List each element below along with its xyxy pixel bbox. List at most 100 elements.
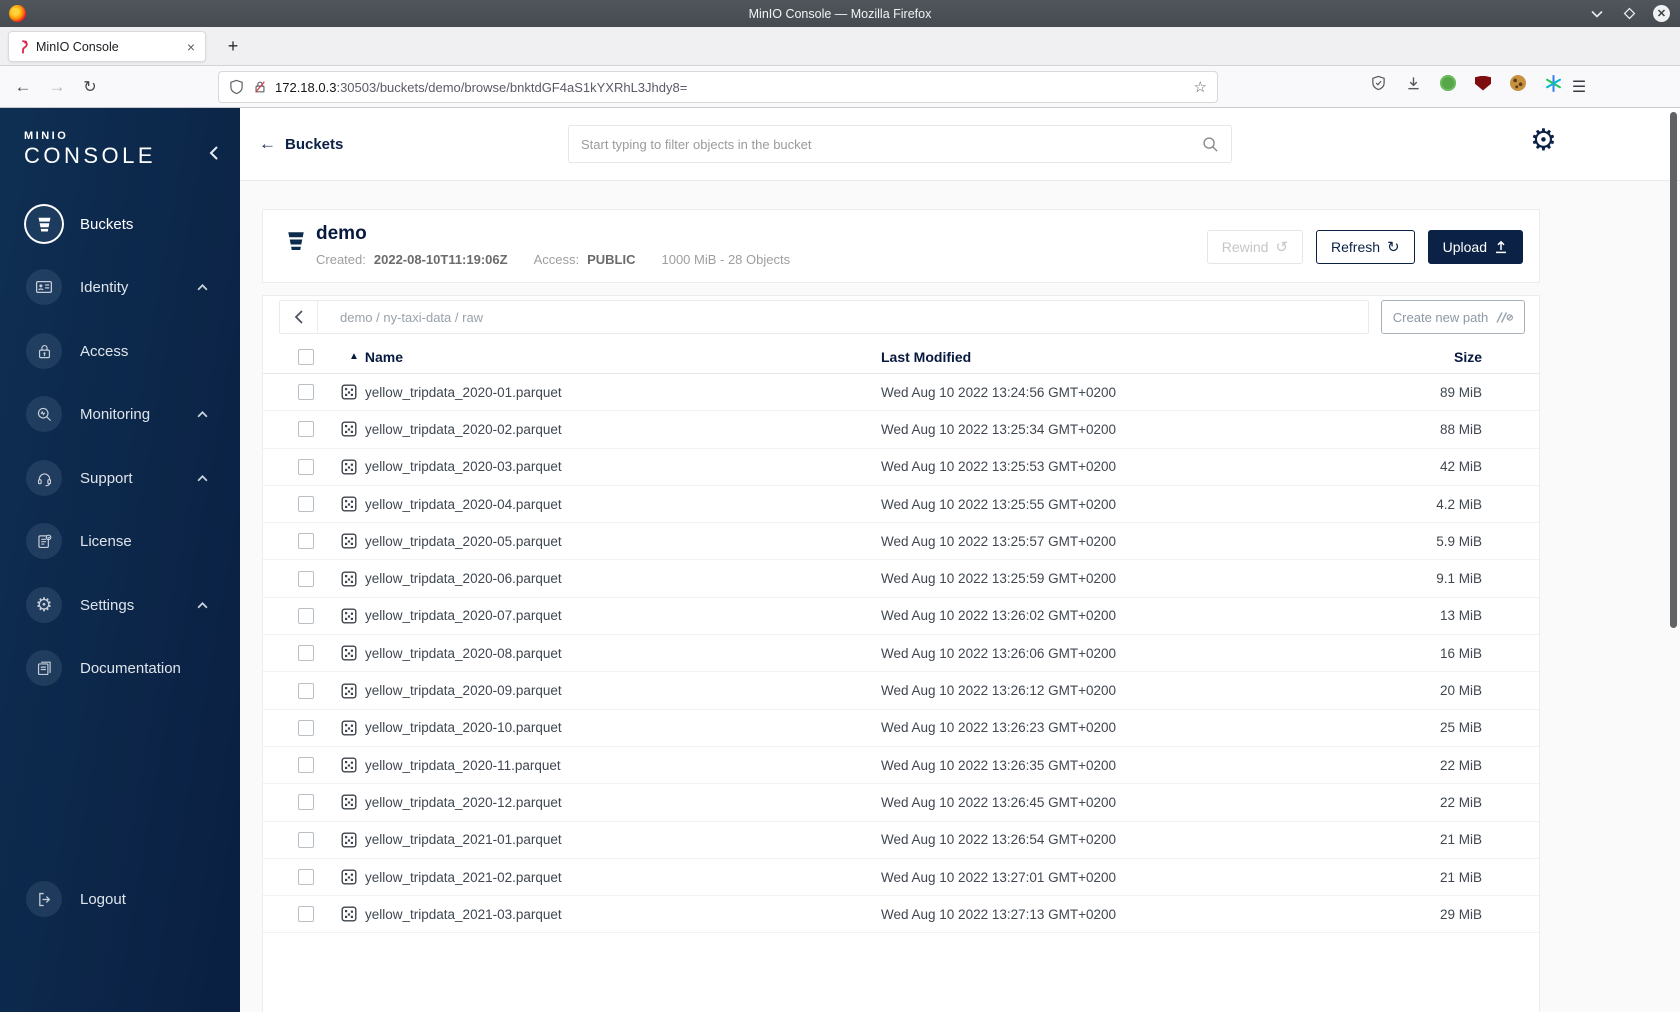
sidebar-item-license[interactable]: License (0, 513, 240, 569)
object-row[interactable]: yellow_tripdata_2020-11.parquet Wed Aug … (263, 747, 1539, 785)
sidebar-item-identity[interactable]: Identity (0, 259, 240, 315)
maximize-button[interactable] (1621, 6, 1637, 22)
access-lock-icon (26, 333, 62, 369)
url-text[interactable]: 172.18.0.3:30503/buckets/demo/browse/bnk… (275, 80, 1194, 95)
object-row[interactable]: yellow_tripdata_2020-12.parquet Wed Aug … (263, 784, 1539, 822)
row-checkbox[interactable] (298, 570, 314, 587)
sidebar-item-settings[interactable]: ⚙ Settings (0, 577, 240, 633)
colorful-asterisk-icon[interactable] (1544, 74, 1562, 92)
object-name[interactable]: yellow_tripdata_2021-02.parquet (365, 870, 562, 885)
object-row[interactable]: yellow_tripdata_2020-03.parquet Wed Aug … (263, 449, 1539, 486)
object-row[interactable]: yellow_tripdata_2020-09.parquet Wed Aug … (263, 672, 1539, 710)
object-name[interactable]: yellow_tripdata_2020-07.parquet (365, 608, 562, 623)
back-button[interactable]: ← (10, 74, 36, 100)
sidebar-item-monitoring[interactable]: Monitoring (0, 386, 240, 442)
sort-asc-icon[interactable]: ▲ (349, 351, 359, 362)
row-checkbox[interactable] (298, 533, 314, 550)
rewind-button[interactable]: Rewind ↺ (1206, 230, 1304, 264)
object-row[interactable]: yellow_tripdata_2020-02.parquet Wed Aug … (263, 411, 1539, 449)
sidebar-item-logout[interactable]: Logout (0, 871, 240, 927)
column-header-name[interactable]: Name (365, 349, 403, 365)
breadcrumb[interactable]: demo / ny-taxi-data / raw (340, 310, 483, 325)
path-back-button[interactable] (280, 301, 318, 333)
object-row[interactable]: yellow_tripdata_2020-05.parquet Wed Aug … (263, 523, 1539, 561)
column-header-size[interactable]: Size (1372, 349, 1482, 365)
object-name[interactable]: yellow_tripdata_2020-09.parquet (365, 683, 562, 698)
row-checkbox[interactable] (298, 906, 314, 923)
sidebar-item-support[interactable]: Support (0, 450, 240, 506)
row-checkbox[interactable] (298, 831, 314, 848)
cookie-extension-icon[interactable] (1509, 74, 1527, 92)
object-name[interactable]: yellow_tripdata_2020-10.parquet (365, 720, 562, 735)
row-checkbox[interactable] (298, 682, 314, 699)
url-bar[interactable]: 172.18.0.3:30503/buckets/demo/browse/bnk… (218, 71, 1218, 103)
row-checkbox[interactable] (298, 719, 314, 736)
tracking-shield-icon[interactable] (229, 79, 244, 95)
minimize-button[interactable] (1589, 6, 1605, 22)
object-name[interactable]: yellow_tripdata_2021-03.parquet (365, 907, 562, 922)
chevron-up-icon[interactable] (197, 283, 208, 291)
row-checkbox[interactable] (298, 645, 314, 662)
reload-button[interactable]: ↻ (77, 74, 103, 100)
object-row[interactable]: yellow_tripdata_2021-01.parquet Wed Aug … (263, 822, 1539, 859)
refresh-button[interactable]: Refresh ↻ (1316, 230, 1415, 264)
create-new-path-button[interactable]: Create new path (1381, 300, 1525, 334)
row-checkbox[interactable] (298, 458, 314, 475)
row-checkbox[interactable] (298, 384, 314, 401)
sidebar-item-label: Monitoring (80, 405, 151, 423)
object-row[interactable]: yellow_tripdata_2020-08.parquet Wed Aug … (263, 635, 1539, 673)
tab-close-button[interactable]: × (185, 39, 197, 55)
scrollbar-thumb[interactable] (1670, 112, 1677, 628)
object-name[interactable]: yellow_tripdata_2020-11.parquet (365, 758, 561, 773)
back-to-buckets-link[interactable]: ← Buckets (259, 134, 343, 154)
object-name[interactable]: yellow_tripdata_2020-08.parquet (365, 646, 562, 661)
tab-minio-console[interactable]: MinIO Console × (8, 31, 206, 62)
object-name[interactable]: yellow_tripdata_2020-01.parquet (365, 385, 562, 400)
hamburger-menu-button[interactable]: ☰ (1566, 74, 1592, 100)
object-name[interactable]: yellow_tripdata_2020-05.parquet (365, 534, 562, 549)
bookmark-star-button[interactable]: ☆ (1194, 78, 1207, 96)
sidebar-item-buckets[interactable]: Buckets (0, 196, 240, 252)
object-row[interactable]: yellow_tripdata_2021-02.parquet Wed Aug … (263, 859, 1539, 897)
row-checkbox[interactable] (298, 757, 314, 774)
object-name[interactable]: yellow_tripdata_2020-06.parquet (365, 571, 562, 586)
sidebar-collapse-button[interactable] (209, 146, 218, 160)
row-checkbox[interactable] (298, 794, 314, 811)
object-row[interactable]: yellow_tripdata_2020-04.parquet Wed Aug … (263, 486, 1539, 524)
chevron-up-icon[interactable] (197, 410, 208, 418)
row-checkbox[interactable] (298, 496, 314, 513)
object-name[interactable]: yellow_tripdata_2020-12.parquet (365, 795, 562, 810)
sidebar-item-documentation[interactable]: Documentation (0, 640, 240, 696)
pocket-shield-icon[interactable] (1369, 74, 1387, 92)
ublock-origin-icon[interactable] (1474, 74, 1492, 92)
forward-button[interactable]: → (44, 74, 70, 100)
object-size: 4.2 MiB (1436, 496, 1482, 512)
parquet-file-icon (341, 645, 357, 661)
parquet-file-icon (341, 794, 357, 810)
object-name[interactable]: yellow_tripdata_2021-01.parquet (365, 832, 562, 847)
row-checkbox[interactable] (298, 421, 314, 438)
object-name[interactable]: yellow_tripdata_2020-04.parquet (365, 497, 562, 512)
object-row[interactable]: yellow_tripdata_2021-03.parquet Wed Aug … (263, 896, 1539, 934)
downloads-icon[interactable] (1404, 74, 1422, 92)
object-row[interactable]: yellow_tripdata_2020-01.parquet Wed Aug … (263, 374, 1539, 412)
extension-green-icon[interactable] (1439, 74, 1457, 92)
console-settings-gear-button[interactable]: ⚙ (1530, 126, 1557, 156)
row-checkbox[interactable] (298, 869, 314, 885)
close-button[interactable]: ✕ (1653, 5, 1670, 22)
object-name[interactable]: yellow_tripdata_2020-03.parquet (365, 459, 562, 474)
object-row[interactable]: yellow_tripdata_2020-07.parquet Wed Aug … (263, 598, 1539, 636)
sidebar-item-access[interactable]: Access (0, 323, 240, 379)
object-row[interactable]: yellow_tripdata_2020-06.parquet Wed Aug … (263, 560, 1539, 598)
select-all-checkbox[interactable] (298, 348, 314, 365)
object-name[interactable]: yellow_tripdata_2020-02.parquet (365, 422, 562, 437)
upload-button[interactable]: Upload (1427, 230, 1523, 264)
chevron-up-icon[interactable] (197, 474, 208, 482)
object-row[interactable]: yellow_tripdata_2020-10.parquet Wed Aug … (263, 710, 1539, 747)
new-tab-button[interactable]: + (220, 33, 246, 59)
column-header-modified[interactable]: Last Modified (881, 349, 1372, 365)
row-checkbox[interactable] (298, 607, 314, 624)
chevron-up-icon[interactable] (197, 601, 208, 609)
object-filter-input[interactable] (581, 136, 1202, 152)
insecure-lock-icon[interactable] (253, 79, 267, 95)
